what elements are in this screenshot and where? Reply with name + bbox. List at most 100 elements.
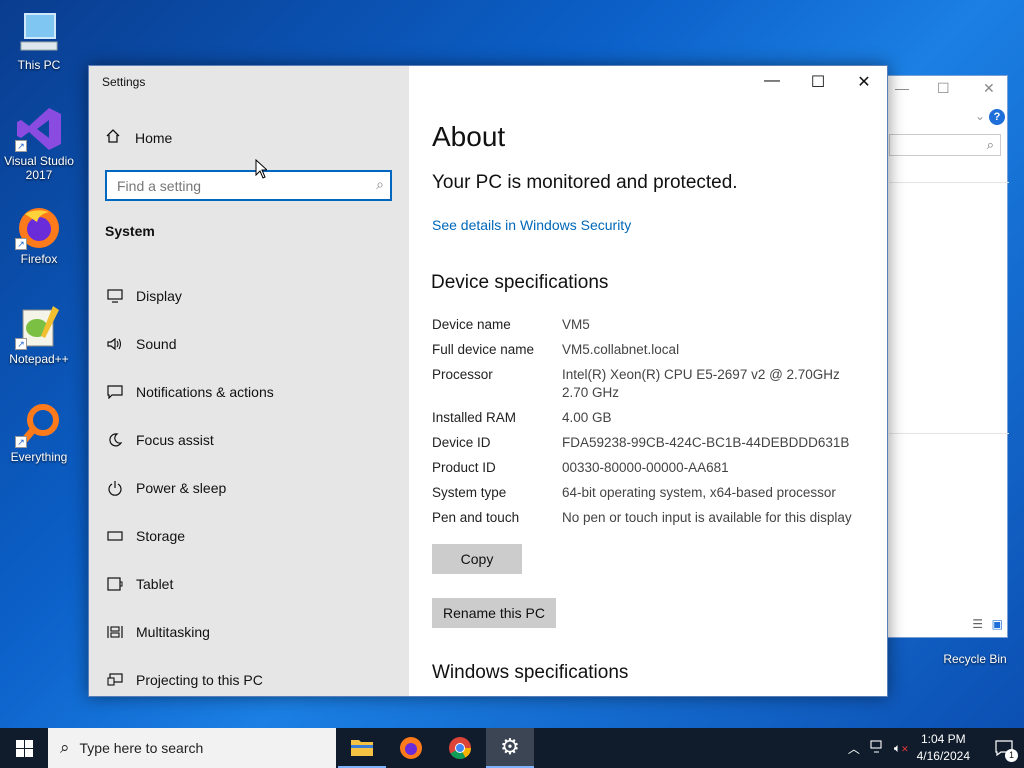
- close-button[interactable]: ✕: [841, 72, 887, 92]
- mouse-cursor-icon: [255, 159, 267, 179]
- spec-key: Installed RAM: [432, 410, 517, 425]
- volume-muted-icon[interactable]: 🔈︎✕: [894, 741, 909, 756]
- rename-pc-button[interactable]: Rename this PC: [432, 598, 556, 628]
- maximize-icon[interactable]: ☐: [937, 80, 950, 97]
- projecting-icon: [105, 673, 125, 687]
- moon-icon: [105, 432, 125, 448]
- search-icon: ⌕: [376, 176, 384, 192]
- windows-security-link[interactable]: See details in Windows Security: [432, 217, 631, 233]
- spec-key: Product ID: [432, 460, 496, 475]
- window-title: Settings: [102, 75, 146, 89]
- taskbar-settings[interactable]: ⚙: [486, 728, 534, 768]
- desktop-icon-label: Recycle Bin: [943, 652, 1007, 666]
- notification-count-badge: 1: [1005, 749, 1018, 762]
- desktop-icon-notepad-plus-plus[interactable]: ↗ Notepad++: [1, 304, 77, 366]
- notifications-icon: [105, 385, 125, 399]
- spec-key: System type: [432, 485, 507, 500]
- nav-home[interactable]: Home: [105, 128, 172, 147]
- maximize-button[interactable]: ☐: [795, 72, 841, 92]
- start-button[interactable]: [0, 728, 48, 768]
- close-icon[interactable]: ✕: [983, 80, 995, 97]
- taskbar-chrome[interactable]: [436, 728, 484, 768]
- chevron-down-icon[interactable]: ⌄: [975, 109, 985, 123]
- nav-item-label: Focus assist: [136, 432, 214, 448]
- taskbar-file-explorer[interactable]: [338, 728, 386, 768]
- spec-row-full-device-name: Full device name VM5.collabnet.local: [432, 341, 882, 359]
- spec-key: Full device name: [432, 342, 535, 357]
- desktop-icon-recycle-bin[interactable]: Recycle Bin: [937, 636, 1013, 666]
- display-icon: [105, 289, 125, 303]
- details-view-icon[interactable]: ☰: [972, 617, 983, 631]
- shortcut-arrow-icon: ↗: [15, 140, 27, 152]
- chevron-up-icon[interactable]: ︿: [848, 740, 860, 757]
- action-center-button[interactable]: 1: [984, 728, 1024, 768]
- desktop-icon-label: Notepad++: [9, 352, 69, 366]
- firefox-icon: [400, 737, 422, 759]
- minimize-icon[interactable]: —: [895, 80, 909, 96]
- tablet-icon: [105, 577, 125, 591]
- spec-row-device-name: Device name VM5: [432, 316, 882, 334]
- nav-item-label: Tablet: [136, 576, 174, 592]
- nav-item-notifications[interactable]: Notifications & actions: [105, 368, 395, 416]
- desktop-icon-this-pc[interactable]: This PC: [1, 10, 77, 72]
- spec-value: 4.00 GB: [562, 410, 612, 425]
- explorer-search-box[interactable]: ⌕: [889, 134, 1001, 156]
- spec-value: 64-bit operating system, x64-based proce…: [562, 485, 836, 500]
- nav-item-multitasking[interactable]: Multitasking: [105, 608, 395, 656]
- windows-specs-heading: Windows specifications: [432, 662, 629, 683]
- divider: [889, 182, 1009, 183]
- firefox-icon: ↗: [15, 204, 63, 250]
- magnifier-icon: ↗: [15, 402, 63, 448]
- spec-value: No pen or touch input is available for t…: [562, 510, 852, 525]
- device-specs-table: Device name VM5 Full device name VM5.col…: [432, 316, 882, 534]
- spec-row-installed-ram: Installed RAM 4.00 GB: [432, 409, 882, 427]
- system-tray: ︿ 🔈︎✕ 1:04 PM 4/16/2024 1: [848, 728, 1024, 768]
- nav-item-label: Sound: [136, 336, 177, 352]
- background-explorer-window[interactable]: — ☐ ✕ ? ⌄ ⌕ ☰ ▣: [870, 75, 1009, 638]
- spec-value: VM5.collabnet.local: [562, 342, 680, 357]
- spec-value: VM5: [562, 317, 590, 332]
- help-icon[interactable]: ?: [989, 109, 1005, 125]
- settings-window[interactable]: Settings Home ⌕ System Display Sound No: [88, 65, 888, 697]
- spec-row-product-id: Product ID 00330-80000-00000-AA681: [432, 459, 882, 477]
- shortcut-arrow-icon: ↗: [15, 338, 27, 350]
- taskbar-search-box[interactable]: ⌕ Type here to search: [48, 728, 336, 768]
- find-setting-input[interactable]: [107, 172, 347, 199]
- desktop-icon-firefox[interactable]: ↗ Firefox: [1, 204, 77, 266]
- shortcut-arrow-icon: ↗: [15, 436, 27, 448]
- multitasking-icon: [105, 625, 125, 639]
- nav-home-label: Home: [135, 129, 173, 146]
- desktop-icon-label: Visual Studio 2017: [4, 154, 74, 182]
- power-icon: [105, 480, 125, 496]
- nav-item-focus-assist[interactable]: Focus assist: [105, 416, 395, 464]
- nav-item-label: Multitasking: [136, 624, 210, 640]
- gear-icon: ⚙: [500, 734, 520, 759]
- taskbar-clock[interactable]: 1:04 PM 4/16/2024: [917, 731, 970, 765]
- visual-studio-icon: ↗: [15, 106, 63, 152]
- taskbar-search-placeholder: Type here to search: [79, 740, 204, 756]
- spec-value: 00330-80000-00000-AA681: [562, 460, 729, 475]
- find-setting-search-box[interactable]: ⌕: [105, 170, 392, 201]
- copy-button[interactable]: Copy: [432, 544, 522, 574]
- nav-item-storage[interactable]: Storage: [105, 512, 395, 560]
- spec-value-line2: 2.70 GHz: [562, 385, 620, 400]
- nav-item-label: Display: [136, 288, 182, 304]
- nav-item-display[interactable]: Display: [105, 272, 395, 320]
- taskbar-firefox[interactable]: [387, 728, 435, 768]
- spec-key: Pen and touch: [432, 510, 520, 525]
- minimize-button[interactable]: —: [749, 72, 795, 90]
- spec-key: Device ID: [432, 435, 491, 450]
- nav-item-tablet[interactable]: Tablet: [105, 560, 395, 608]
- clock-time: 1:04 PM: [920, 732, 966, 746]
- spec-value-group: Intel(R) Xeon(R) CPU E5-2697 v2 @ 2.70GH…: [562, 366, 882, 402]
- desktop-icon-label: Everything: [10, 450, 68, 464]
- desktop-icon-everything[interactable]: ↗ Everything: [1, 402, 77, 464]
- search-icon: ⌕: [60, 738, 70, 757]
- desktop-icon-label: Firefox: [20, 252, 58, 266]
- nav-item-projecting[interactable]: Projecting to this PC: [105, 656, 395, 704]
- desktop-icon-visual-studio[interactable]: ↗ Visual Studio 2017: [1, 106, 77, 182]
- network-icon[interactable]: [870, 739, 886, 757]
- large-icons-view-icon[interactable]: ▣: [992, 617, 1003, 631]
- nav-item-power-sleep[interactable]: Power & sleep: [105, 464, 395, 512]
- nav-item-sound[interactable]: Sound: [105, 320, 395, 368]
